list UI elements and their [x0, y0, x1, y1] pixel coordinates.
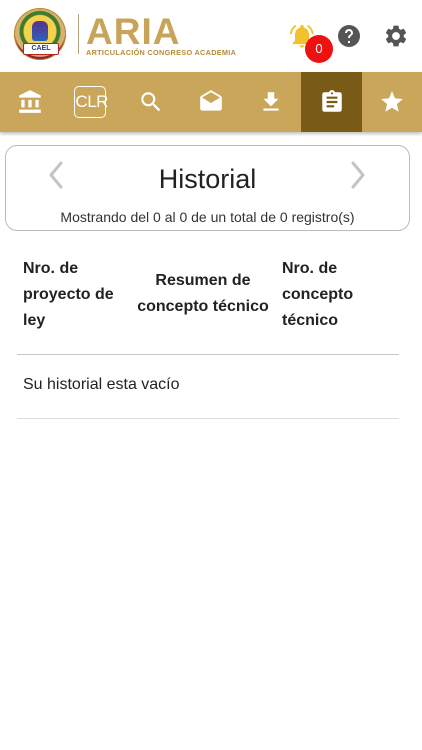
- toolbar-favorites-button[interactable]: [362, 72, 422, 132]
- help-icon[interactable]: [337, 24, 361, 48]
- chevron-right-icon: [351, 161, 365, 189]
- cael-seal-logo: CAEL: [14, 8, 66, 60]
- toolbar-search-button[interactable]: [121, 72, 181, 132]
- logo-divider: [78, 14, 79, 54]
- toolbar-clr-button[interactable]: CLR: [60, 72, 120, 132]
- clr-icon: CLR: [74, 86, 108, 118]
- notifications-badge[interactable]: 0: [305, 35, 333, 63]
- toolbar-messages-button[interactable]: [181, 72, 241, 132]
- clipboard-icon: [321, 90, 342, 112]
- search-icon: [140, 92, 160, 112]
- download-icon: [263, 92, 279, 111]
- app-header: CAEL ARIA ARTICULACIÓN CONGRESO ACADEMIA…: [0, 0, 422, 72]
- mail-open-icon: [200, 90, 222, 111]
- empty-history-message: Su historial esta vacío: [23, 376, 180, 393]
- toolbar-institutions-button[interactable]: [0, 72, 60, 132]
- table-header: Nro. de proyecto de ley Resumen de conce…: [17, 248, 399, 355]
- historial-card: Historial Mostrando del 0 al 0 de un tot…: [5, 145, 410, 231]
- seal-figure: [32, 21, 48, 41]
- column-header-summary[interactable]: Resumen de concepto técnico: [137, 268, 269, 320]
- seal-label: CAEL: [23, 43, 59, 55]
- next-page-button[interactable]: [348, 160, 368, 190]
- toolbar-history-button[interactable]: [301, 72, 362, 132]
- gear-icon[interactable]: [383, 23, 409, 49]
- aria-logo: ARIA: [86, 11, 181, 52]
- bank-icon: [19, 90, 41, 113]
- aria-logo-subtitle: ARTICULACIÓN CONGRESO ACADEMIA: [86, 48, 237, 57]
- toolbar-download-button[interactable]: [241, 72, 301, 132]
- column-header-project-number[interactable]: Nro. de proyecto de ley: [23, 256, 123, 334]
- column-header-concept-number[interactable]: Nro. de concepto técnico: [282, 256, 382, 334]
- star-icon: [380, 91, 403, 112]
- main-toolbar: CLR: [0, 72, 422, 132]
- records-info: Mostrando del 0 al 0 de un total de 0 re…: [60, 209, 355, 225]
- table-row: Su historial esta vacío: [17, 354, 399, 419]
